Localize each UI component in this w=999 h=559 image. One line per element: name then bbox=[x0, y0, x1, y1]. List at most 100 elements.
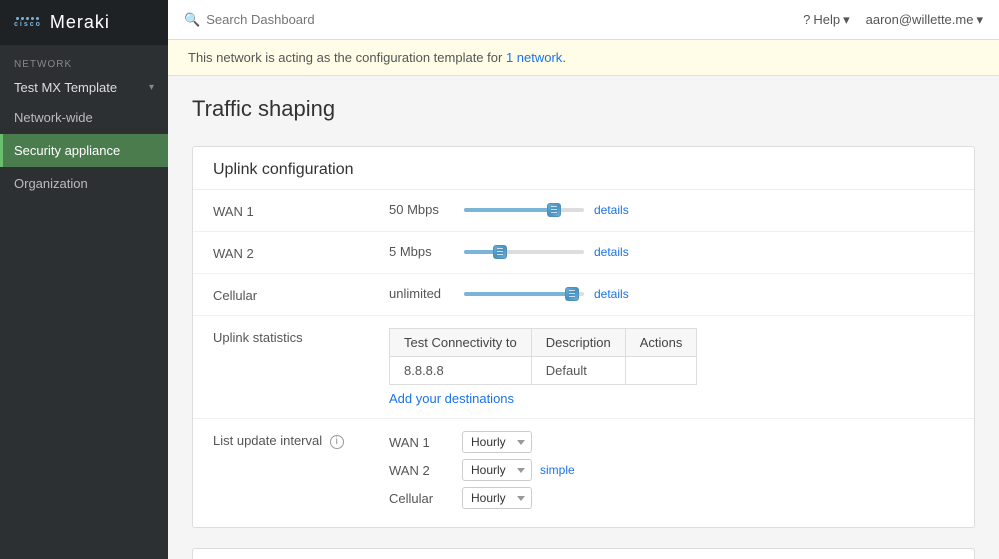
cellular-row: Cellular unlimited bbox=[193, 274, 974, 316]
uplink-config-title: Uplink configuration bbox=[193, 147, 974, 190]
topbar: 🔍 ? Help ▾ aaron@willette.me ▾ bbox=[168, 0, 999, 40]
table-row: 8.8.8.8 Default bbox=[390, 357, 697, 385]
help-icon: ? bbox=[803, 12, 810, 27]
uplink-statistics-row: Uplink statistics Test Connectivity to D… bbox=[193, 316, 974, 419]
cellular-slider-track[interactable] bbox=[464, 292, 584, 296]
sidebar-header: cisco Meraki bbox=[0, 0, 168, 45]
wan1-speed: 50 Mbps bbox=[389, 202, 454, 217]
interval-cellular-row: Cellular Hourly Daily Weekly bbox=[389, 487, 954, 509]
list-update-interval-label: List update interval i bbox=[213, 431, 373, 449]
chevron-down-icon: ▾ bbox=[149, 82, 154, 93]
wan2-slider-container: 5 Mbps bbox=[389, 244, 954, 259]
slider-thumb-lines bbox=[551, 206, 557, 213]
wan2-slider-track[interactable] bbox=[464, 250, 584, 254]
cellular-speed: unlimited bbox=[389, 286, 454, 301]
user-chevron-icon: ▾ bbox=[976, 12, 983, 28]
network-name: Test MX Template bbox=[14, 80, 117, 95]
wan1-slider-thumb[interactable] bbox=[547, 203, 561, 217]
cellular-slider-container: unlimited bbox=[389, 286, 954, 301]
cisco-meraki-logo: cisco bbox=[14, 17, 42, 28]
list-update-interval-row: List update interval i WAN 1 Hourly Dail… bbox=[193, 419, 974, 527]
banner-text-prefix: This network is acting as the configurat… bbox=[188, 50, 506, 65]
col-header-description: Description bbox=[531, 329, 625, 357]
cisco-dot bbox=[26, 17, 29, 20]
cisco-dot bbox=[31, 17, 34, 20]
interval-wan2-row: WAN 2 Hourly Daily Weekly simple bbox=[389, 459, 954, 481]
cellular-details-link[interactable]: details bbox=[594, 287, 629, 301]
cisco-dots bbox=[16, 17, 39, 20]
slider-thumb-line bbox=[569, 290, 575, 291]
cell-actions bbox=[625, 357, 697, 385]
slider-thumb-line bbox=[569, 296, 575, 297]
cisco-dot bbox=[21, 17, 24, 20]
slider-thumb-lines bbox=[569, 290, 575, 297]
wan1-details-link[interactable]: details bbox=[594, 203, 629, 217]
wan1-slider-track[interactable] bbox=[464, 208, 584, 212]
user-menu-button[interactable]: aaron@willette.me ▾ bbox=[866, 12, 983, 28]
main-area: 🔍 ? Help ▾ aaron@willette.me ▾ This netw… bbox=[168, 0, 999, 559]
network-selector[interactable]: Test MX Template ▾ bbox=[0, 74, 168, 101]
col-header-actions: Actions bbox=[625, 329, 697, 357]
help-chevron-icon: ▾ bbox=[843, 12, 850, 28]
search-icon: 🔍 bbox=[184, 12, 200, 28]
info-banner: This network is acting as the configurat… bbox=[168, 40, 999, 76]
cellular-slider-fill bbox=[464, 292, 572, 296]
uplink-config-section: Uplink configuration WAN 1 50 Mbps bbox=[192, 146, 975, 528]
interval-wan1-select[interactable]: Hourly Daily Weekly bbox=[462, 431, 532, 453]
list-update-interval-value: WAN 1 Hourly Daily Weekly WAN 2 Hourly bbox=[389, 431, 954, 515]
cell-description: Default bbox=[531, 357, 625, 385]
interval-cellular-label: Cellular bbox=[389, 491, 454, 506]
wan1-slider-fill bbox=[464, 208, 554, 212]
uplink-config-body: WAN 1 50 Mbps bbox=[193, 190, 974, 527]
help-label: Help bbox=[813, 12, 840, 27]
slider-thumb-line bbox=[551, 209, 557, 210]
slider-thumb-line bbox=[551, 206, 557, 207]
network-section-label: NETWORK bbox=[0, 45, 168, 74]
wan2-speed: 5 Mbps bbox=[389, 244, 454, 259]
sidebar-item-organization[interactable]: Organization bbox=[0, 167, 168, 200]
list-update-info-icon[interactable]: i bbox=[330, 435, 344, 449]
cellular-slider-thumb[interactable] bbox=[565, 287, 579, 301]
cellular-value: unlimited bbox=[389, 286, 954, 303]
slider-thumb-lines bbox=[497, 248, 503, 255]
interval-wan2-label: WAN 2 bbox=[389, 463, 454, 478]
wan2-details-link[interactable]: details bbox=[594, 245, 629, 259]
slider-thumb-line bbox=[551, 212, 557, 213]
uplink-selection-section: Uplink selection Global preferences Prim… bbox=[192, 548, 975, 559]
page-title: Traffic shaping bbox=[192, 96, 975, 122]
wan1-value: 50 Mbps bbox=[389, 202, 954, 219]
topbar-right: ? Help ▾ aaron@willette.me ▾ bbox=[803, 12, 983, 28]
wan2-slider-thumb[interactable] bbox=[493, 245, 507, 259]
sidebar-item-network-wide[interactable]: Network-wide bbox=[0, 101, 168, 134]
wan1-slider-container: 50 Mbps bbox=[389, 202, 954, 217]
slider-thumb-line bbox=[569, 293, 575, 294]
banner-text-suffix: . bbox=[562, 50, 566, 65]
search-input[interactable] bbox=[206, 12, 386, 27]
uplink-statistics-value: Test Connectivity to Description Actions… bbox=[389, 328, 954, 406]
slider-thumb-line bbox=[497, 251, 503, 252]
user-email: aaron@willette.me bbox=[866, 12, 974, 27]
sidebar-item-security-appliance[interactable]: Security appliance bbox=[0, 134, 168, 167]
uplink-statistics-label: Uplink statistics bbox=[213, 328, 373, 345]
help-button[interactable]: ? Help ▾ bbox=[803, 12, 850, 28]
interval-wan1-label: WAN 1 bbox=[389, 435, 454, 450]
interval-wan1-row: WAN 1 Hourly Daily Weekly bbox=[389, 431, 954, 453]
uplink-selection-title: Uplink selection bbox=[193, 549, 974, 559]
meraki-label: Meraki bbox=[50, 12, 110, 33]
wan1-row: WAN 1 50 Mbps bbox=[193, 190, 974, 232]
interval-wan2-select[interactable]: Hourly Daily Weekly bbox=[462, 459, 532, 481]
cisco-dot bbox=[16, 17, 19, 20]
interval-cellular-select[interactable]: Hourly Daily Weekly bbox=[462, 487, 532, 509]
slider-thumb-line bbox=[497, 248, 503, 249]
table-header-row: Test Connectivity to Description Actions bbox=[390, 329, 697, 357]
col-header-test-connectivity: Test Connectivity to bbox=[390, 329, 532, 357]
statistics-table: Test Connectivity to Description Actions… bbox=[389, 328, 697, 385]
search-area[interactable]: 🔍 bbox=[184, 12, 386, 28]
simple-link[interactable]: simple bbox=[540, 463, 575, 477]
cell-test-connectivity: 8.8.8.8 bbox=[390, 357, 532, 385]
banner-network-link[interactable]: 1 network bbox=[506, 50, 562, 65]
add-destinations-link[interactable]: Add your destinations bbox=[389, 391, 514, 406]
slider-thumb-line bbox=[497, 254, 503, 255]
wan2-label: WAN 2 bbox=[213, 244, 373, 261]
sidebar: cisco Meraki NETWORK Test MX Template ▾ … bbox=[0, 0, 168, 559]
